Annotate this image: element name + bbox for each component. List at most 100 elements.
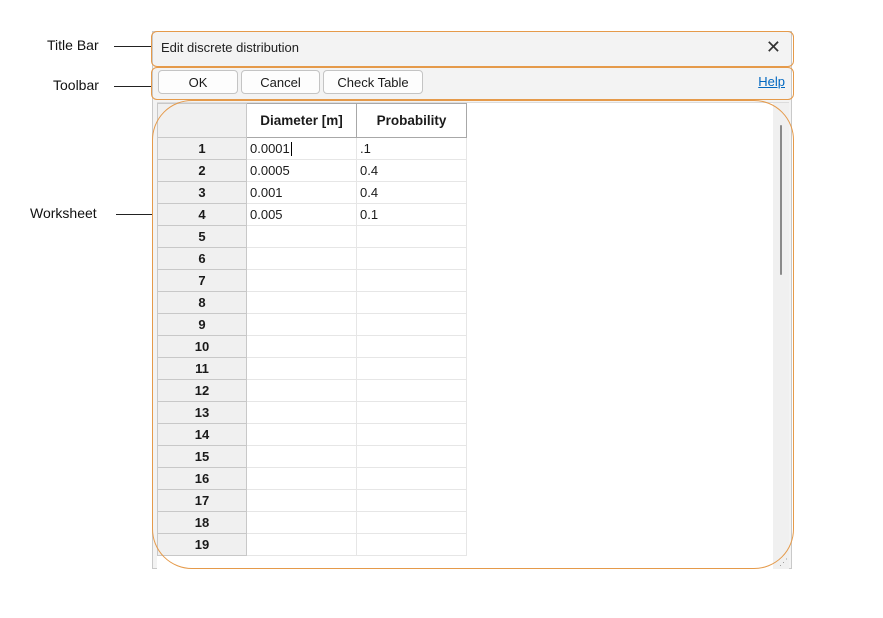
- diameter-cell[interactable]: [246, 225, 357, 248]
- table-row: 2 0.0005 0.4: [157, 159, 467, 182]
- table-row: 7: [157, 269, 467, 292]
- table-row: 13: [157, 401, 467, 424]
- probability-cell[interactable]: .1: [356, 137, 467, 160]
- probability-cell[interactable]: [356, 335, 467, 358]
- row-header[interactable]: 4: [157, 203, 247, 226]
- table-row: 8: [157, 291, 467, 314]
- worksheet[interactable]: Diameter [m] Probability 1 0.0001.1 2 0.000…: [157, 102, 789, 569]
- diameter-cell[interactable]: [246, 379, 357, 402]
- table-row: 17: [157, 489, 467, 512]
- callout-title-bar: Title Bar: [47, 37, 99, 53]
- diameter-cell[interactable]: [246, 291, 357, 314]
- close-icon[interactable]: ✕: [766, 37, 781, 57]
- probability-cell[interactable]: [356, 379, 467, 402]
- diameter-cell[interactable]: 0.0001: [246, 137, 357, 160]
- help-link[interactable]: Help: [758, 74, 785, 89]
- row-header[interactable]: 19: [157, 533, 247, 556]
- diameter-cell[interactable]: [246, 313, 357, 336]
- callout-line-toolbar: [114, 86, 152, 87]
- probability-cell[interactable]: [356, 489, 467, 512]
- probability-cell[interactable]: [356, 225, 467, 248]
- diameter-cell[interactable]: 0.005: [246, 203, 357, 226]
- diameter-cell[interactable]: [246, 489, 357, 512]
- probability-cell[interactable]: [356, 247, 467, 270]
- table-row: 19: [157, 533, 467, 556]
- diameter-cell[interactable]: [246, 357, 357, 380]
- row-header[interactable]: 15: [157, 445, 247, 468]
- row-header[interactable]: 9: [157, 313, 247, 336]
- table-row: 12: [157, 379, 467, 402]
- diameter-cell[interactable]: [246, 511, 357, 534]
- table-row: 14: [157, 423, 467, 446]
- row-header[interactable]: 2: [157, 159, 247, 182]
- row-header[interactable]: 13: [157, 401, 247, 424]
- row-header[interactable]: 18: [157, 511, 247, 534]
- row-header[interactable]: 16: [157, 467, 247, 490]
- row-header[interactable]: 1: [157, 137, 247, 160]
- diameter-cell[interactable]: [246, 269, 357, 292]
- probability-cell[interactable]: [356, 467, 467, 490]
- scrollbar-thumb[interactable]: [780, 125, 782, 275]
- row-header[interactable]: 14: [157, 423, 247, 446]
- diameter-cell[interactable]: [246, 445, 357, 468]
- vertical-scrollbar[interactable]: [773, 103, 789, 569]
- probability-cell[interactable]: [356, 423, 467, 446]
- probability-cell[interactable]: [356, 401, 467, 424]
- callout-toolbar: Toolbar: [53, 77, 99, 93]
- callout-line-title-bar: [114, 46, 152, 47]
- diameter-cell[interactable]: [246, 533, 357, 556]
- toolbar: OK Cancel Check Table Help: [153, 66, 791, 98]
- cancel-button[interactable]: Cancel: [241, 70, 320, 94]
- table-row: 5: [157, 225, 467, 248]
- table-row: 9: [157, 313, 467, 336]
- diameter-cell[interactable]: 0.0005: [246, 159, 357, 182]
- table-row: 3 0.001 0.4: [157, 181, 467, 204]
- diameter-cell[interactable]: [246, 467, 357, 490]
- corner-cell[interactable]: [157, 103, 247, 138]
- table-row: 16: [157, 467, 467, 490]
- row-header[interactable]: 10: [157, 335, 247, 358]
- worksheet-grid: Diameter [m] Probability 1 0.0001.1 2 0.000…: [157, 103, 467, 556]
- probability-cell[interactable]: 0.1: [356, 203, 467, 226]
- probability-cell[interactable]: [356, 445, 467, 468]
- diameter-cell[interactable]: [246, 423, 357, 446]
- check-table-button[interactable]: Check Table: [323, 70, 423, 94]
- diameter-cell[interactable]: [246, 401, 357, 424]
- table-row: 1 0.0001.1: [157, 137, 467, 160]
- probability-cell[interactable]: 0.4: [356, 159, 467, 182]
- table-row: 11: [157, 357, 467, 380]
- diameter-cell[interactable]: [246, 335, 357, 358]
- column-header-probability[interactable]: Probability: [356, 103, 467, 138]
- table-row: 10: [157, 335, 467, 358]
- row-header[interactable]: 5: [157, 225, 247, 248]
- probability-cell[interactable]: [356, 269, 467, 292]
- row-header[interactable]: 11: [157, 357, 247, 380]
- text-caret: [290, 142, 292, 157]
- probability-cell[interactable]: [356, 533, 467, 556]
- probability-cell[interactable]: [356, 357, 467, 380]
- probability-cell[interactable]: [356, 291, 467, 314]
- table-row: 15: [157, 445, 467, 468]
- callout-worksheet: Worksheet: [30, 205, 97, 221]
- row-header[interactable]: 8: [157, 291, 247, 314]
- column-header-diameter[interactable]: Diameter [m]: [246, 103, 357, 138]
- table-row: 4 0.005 0.1: [157, 203, 467, 226]
- resize-grip-icon[interactable]: ⋰: [779, 557, 788, 568]
- row-header[interactable]: 6: [157, 247, 247, 270]
- ok-button[interactable]: OK: [158, 70, 238, 94]
- row-header[interactable]: 3: [157, 181, 247, 204]
- dialog-window: Edit discrete distribution ✕ OK Cancel C…: [152, 31, 792, 569]
- window-title: Edit discrete distribution: [161, 40, 300, 55]
- row-header[interactable]: 7: [157, 269, 247, 292]
- probability-cell[interactable]: [356, 313, 467, 336]
- row-header[interactable]: 17: [157, 489, 247, 512]
- probability-cell[interactable]: [356, 511, 467, 534]
- probability-cell[interactable]: 0.4: [356, 181, 467, 204]
- diameter-cell[interactable]: [246, 247, 357, 270]
- table-row: 18: [157, 511, 467, 534]
- callout-line-worksheet: [116, 214, 152, 215]
- table-row: 6: [157, 247, 467, 270]
- row-header[interactable]: 12: [157, 379, 247, 402]
- diameter-cell[interactable]: 0.001: [246, 181, 357, 204]
- title-bar[interactable]: Edit discrete distribution ✕: [153, 32, 791, 66]
